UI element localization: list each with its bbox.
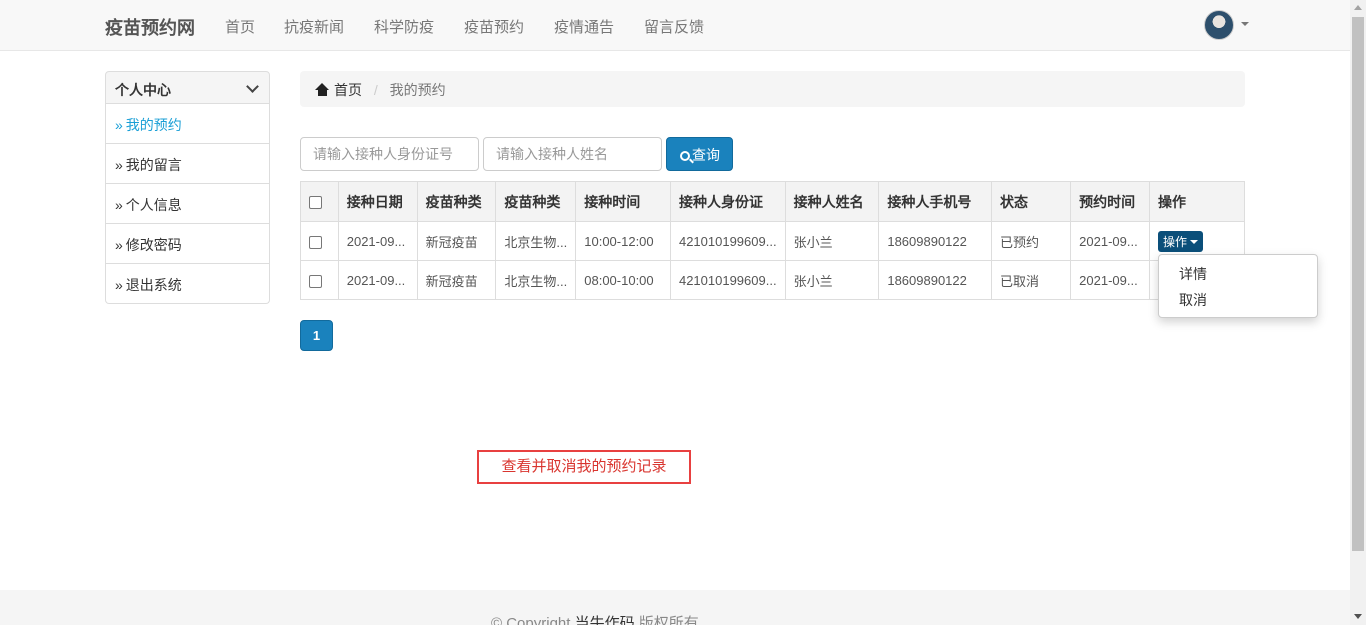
search-button[interactable]: 查询 [666,137,733,171]
sidebar-item-label: 退出系统 [125,277,182,293]
double-chevron-right-icon: » [115,197,123,213]
sidebar-item-profile[interactable]: » 个人信息 [105,184,270,224]
table-cell: 2021-09... [1070,260,1151,300]
breadcrumb: 首页 / 我的预约 [300,71,1245,107]
table-cell: 已预约 [990,221,1072,261]
caret-down-icon [1190,239,1199,244]
sidebar-item-my-messages[interactable]: » 我的留言 [105,144,270,184]
table-cell: 2021-09... [337,260,418,300]
site-brand[interactable]: 疫苗预约网 [105,14,195,40]
table-row: 2021-09... 新冠疫苗 北京生物... 10:00-12:00 4210… [300,221,1245,261]
sidebar-item-label: 我的留言 [125,157,182,173]
scroll-down-arrow-icon[interactable] [1354,614,1362,619]
column-header: 预约时间 [1070,181,1151,222]
double-chevron-right-icon: » [115,237,123,253]
sidebar-item-label: 个人信息 [125,197,182,213]
nav-home[interactable]: 首页 [225,16,255,37]
table-cell: 北京生物... [495,221,577,261]
user-avatar[interactable] [1204,10,1234,40]
copyright-prefix: © Copyright [491,615,575,625]
double-chevron-right-icon: » [115,117,123,133]
column-header: 接种日期 [337,181,418,222]
column-header: 状态 [990,181,1072,222]
nav-feedback[interactable]: 留言反馈 [644,16,704,37]
sidebar-header[interactable]: 个人中心 [105,71,270,104]
double-chevron-right-icon: » [115,157,123,173]
bookings-table: 接种日期 疫苗种类 疫苗种类 接种时间 接种人身份证 接种人姓名 接种人手机号 … [300,181,1245,300]
breadcrumb-separator: / [373,82,378,98]
column-header: 接种人姓名 [784,181,880,222]
sidebar-item-logout[interactable]: » 退出系统 [105,264,270,304]
column-header: 疫苗种类 [495,181,577,222]
table-cell: 421010199609... [669,221,786,261]
table-cell: 2021-09... [337,221,418,261]
nav-vaccine-booking[interactable]: 疫苗预约 [464,16,524,37]
table-cell: 10:00-12:00 [575,221,671,261]
table-cell: 18609890122 [878,260,992,300]
double-chevron-right-icon: » [115,277,123,293]
select-all-cell [300,181,339,222]
sidebar-item-change-password[interactable]: » 修改密码 [105,224,270,264]
table-cell: 421010199609... [669,260,786,300]
table-cell: 新冠疫苗 [416,260,497,300]
scroll-up-arrow-icon[interactable] [1354,5,1362,10]
breadcrumb-home[interactable]: 首页 [334,82,362,98]
column-header: 操作 [1149,181,1245,222]
copyright-owner: 当牛作码 [574,615,635,625]
annotation-label: 查看并取消我的预约记录 [477,450,691,484]
action-dropdown-menu: 详情 取消 [1158,254,1318,318]
search-button-label: 查询 [692,147,720,163]
action-dropdown-button[interactable]: 操作 [1158,230,1204,252]
column-header: 接种时间 [575,181,671,222]
nav-science[interactable]: 科学防疫 [374,16,434,37]
table-cell: 08:00-10:00 [575,260,671,300]
table-cell: 张小兰 [784,221,880,261]
table-row: 2021-09... 新冠疫苗 北京生物... 08:00-10:00 4210… [300,260,1245,300]
menu-item-cancel[interactable]: 取消 [1159,287,1317,313]
row-select-cell [300,221,339,261]
sidebar-item-label: 我的预约 [125,117,182,133]
sidebar-title: 个人中心 [115,82,171,98]
column-header: 疫苗种类 [416,181,497,222]
copyright-suffix: 版权所有 [634,615,699,625]
table-cell: 张小兰 [784,260,880,300]
sidebar-item-label: 修改密码 [125,237,182,253]
table-cell: 北京生物... [495,260,577,300]
table-cell: 18609890122 [878,221,992,261]
table-cell: 新冠疫苗 [416,221,497,261]
column-header: 接种人手机号 [878,181,992,222]
caret-down-icon[interactable] [1241,22,1249,26]
vertical-scrollbar[interactable] [1350,0,1366,625]
table-header-row: 接种日期 疫苗种类 疫苗种类 接种时间 接种人身份证 接种人姓名 接种人手机号 … [300,181,1245,222]
menu-item-details[interactable]: 详情 [1159,261,1317,287]
nav-notices[interactable]: 疫情通告 [554,16,614,37]
action-button-label: 操作 [1163,234,1188,249]
row-select-cell [300,260,339,300]
select-all-checkbox[interactable] [309,196,322,210]
home-icon [315,83,330,96]
chevron-down-icon[interactable] [246,80,259,93]
column-header: 接种人身份证 [669,181,786,222]
top-navbar: 疫苗预约网 首页 抗疫新闻 科学防疫 疫苗预约 疫情通告 留言反馈 [0,0,1350,51]
table-cell: 已取消 [990,260,1072,300]
scrollbar-thumb[interactable] [1352,17,1364,551]
sidebar: 个人中心 » 我的预约 » 我的留言 » 个人信息 » 修改密码 » 退出系统 [105,71,270,304]
copyright-text: © Copyright 当牛作码 版权所有 [491,612,699,625]
search-icon [680,151,690,161]
sidebar-item-my-bookings[interactable]: » 我的预约 [105,104,270,144]
footer: © Copyright 当牛作码 版权所有 [0,590,1350,625]
row-checkbox[interactable] [309,235,322,249]
nav-news[interactable]: 抗疫新闻 [284,16,344,37]
row-checkbox[interactable] [309,274,322,288]
breadcrumb-current: 我的预约 [389,82,446,98]
table-cell: 2021-09... [1070,221,1151,261]
id-number-search-input[interactable] [300,137,479,171]
pagination-page-1[interactable]: 1 [300,320,333,351]
name-search-input[interactable] [483,137,662,171]
